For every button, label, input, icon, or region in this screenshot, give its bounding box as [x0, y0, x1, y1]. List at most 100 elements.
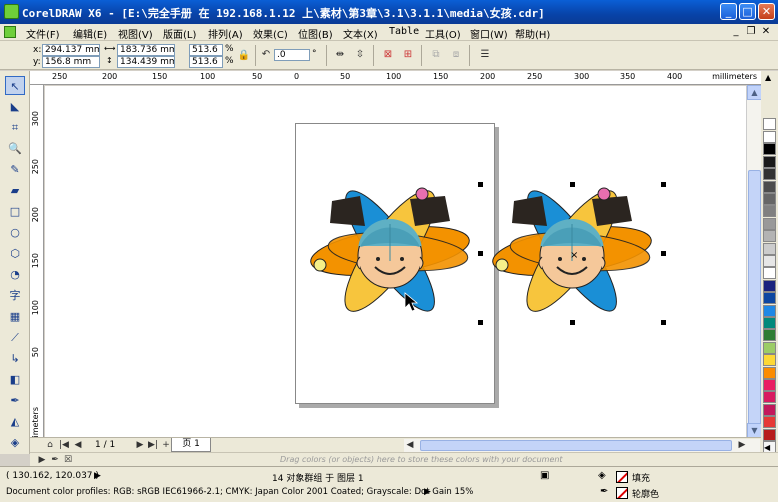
height-field[interactable]: 134.439 mm: [117, 56, 175, 68]
doc-minimize-button[interactable]: _: [730, 26, 742, 38]
palette-swatch[interactable]: [763, 242, 776, 255]
scroll-up-button[interactable]: ▲: [747, 85, 762, 100]
mirror-horizontal-icon[interactable]: ⇹: [332, 47, 348, 63]
palette-flyout-icon[interactable]: ◀: [764, 443, 770, 452]
combine-icon[interactable]: ⧉: [428, 47, 444, 63]
dimension-tool-icon[interactable]: ⟋: [5, 328, 25, 347]
break-apart-icon[interactable]: ⧈: [448, 47, 464, 63]
palette-swatch[interactable]: [763, 168, 776, 181]
previous-page-button[interactable]: ◀: [72, 439, 84, 451]
menu-arrange[interactable]: 排列(A): [208, 26, 243, 41]
palette-swatch[interactable]: [763, 304, 776, 317]
connector-tool-icon[interactable]: ↳: [5, 349, 25, 368]
coreldraw-app-icon[interactable]: [4, 4, 19, 19]
vertical-scrollbar[interactable]: ▲ ▼: [746, 85, 762, 438]
menu-bitmaps[interactable]: 位图(B): [298, 26, 333, 41]
palette-swatch[interactable]: [763, 416, 776, 429]
menu-layout[interactable]: 版面(L): [163, 26, 196, 41]
palette-swatch[interactable]: [763, 205, 776, 218]
document-icon[interactable]: [4, 26, 16, 38]
outline-none-swatch[interactable]: [616, 487, 628, 499]
width-field[interactable]: 183.736 mm: [117, 44, 175, 56]
shape-tool-icon[interactable]: ◣: [5, 97, 25, 116]
horizontal-scrollbar[interactable]: ◀ ▶: [404, 439, 760, 452]
last-page-button[interactable]: ▶|: [147, 439, 159, 451]
table-tool-icon[interactable]: ▦: [5, 307, 25, 326]
menu-view[interactable]: 视图(V): [118, 26, 153, 41]
menu-file[interactable]: 文件(F): [26, 26, 60, 41]
x-position-field[interactable]: 294.137 mm: [42, 44, 100, 56]
ungroup-icon[interactable]: ⊠: [380, 47, 396, 63]
maximize-button[interactable]: □: [739, 3, 756, 20]
pick-tool-icon[interactable]: ↖: [5, 76, 25, 95]
palette-swatch[interactable]: [763, 143, 776, 156]
ungroup-all-icon[interactable]: ⊞: [400, 47, 416, 63]
vertical-scroll-thumb[interactable]: [748, 170, 761, 435]
palette-scroll-up-icon[interactable]: ▲: [765, 73, 771, 82]
vertical-ruler[interactable]: 300 250 200 150 100 50 millimeters: [30, 85, 44, 438]
palette-swatch[interactable]: [763, 428, 776, 441]
palette-swatch[interactable]: [763, 354, 776, 367]
smart-fill-tool-icon[interactable]: ▰: [5, 181, 25, 200]
palette-swatch[interactable]: [763, 255, 776, 267]
horizontal-ruler[interactable]: 250 200 150 100 50 0 50 100 150 200 250 …: [30, 71, 761, 85]
palette-swatch[interactable]: [763, 366, 776, 379]
scale-x-field[interactable]: 513.6: [189, 44, 223, 56]
ellipse-tool-icon[interactable]: ○: [5, 223, 25, 242]
mirror-vertical-icon[interactable]: ⇳: [352, 47, 368, 63]
palette-swatch[interactable]: [763, 391, 776, 404]
palette-swatch[interactable]: [763, 379, 776, 391]
menu-edit[interactable]: 编辑(E): [73, 26, 107, 41]
palette-swatch[interactable]: [763, 317, 776, 329]
text-tool-icon[interactable]: 字: [5, 286, 25, 305]
menu-effects[interactable]: 效果(C): [253, 26, 288, 41]
outline-tool-icon[interactable]: ◭: [5, 412, 25, 431]
docker-arrow-icon[interactable]: ▶: [36, 454, 48, 466]
palette-swatch[interactable]: [763, 279, 776, 292]
profiles-arrow-icon[interactable]: ▶: [424, 487, 431, 497]
next-page-button[interactable]: ▶: [134, 439, 146, 451]
palette-swatch[interactable]: [763, 292, 776, 305]
scroll-left-button[interactable]: ◀: [404, 439, 416, 451]
no-color-icon[interactable]: ☒: [62, 454, 74, 466]
effects-tool-icon[interactable]: ◧: [5, 370, 25, 389]
scale-y-field[interactable]: 513.6: [189, 56, 223, 68]
palette-swatch[interactable]: [763, 403, 776, 416]
scroll-down-button[interactable]: ▼: [747, 423, 762, 438]
close-button[interactable]: ✕: [758, 3, 775, 20]
eyedropper-icon[interactable]: ✒: [49, 454, 61, 466]
drawing-canvas[interactable]: ×: [45, 86, 746, 437]
palette-swatch-none[interactable]: [763, 118, 776, 130]
palette-swatch[interactable]: [763, 267, 776, 280]
eyedropper-tool-icon[interactable]: ✒: [5, 391, 25, 410]
rectangle-tool-icon[interactable]: □: [5, 202, 25, 221]
fill-none-swatch[interactable]: [616, 471, 628, 483]
freehand-tool-icon[interactable]: ✎: [5, 160, 25, 179]
basic-shapes-tool-icon[interactable]: ◔: [5, 265, 25, 284]
palette-swatch[interactable]: [763, 230, 776, 243]
menu-window[interactable]: 窗口(W): [470, 26, 508, 41]
palette-swatch[interactable]: [763, 193, 776, 205]
page-tab[interactable]: 页 1: [171, 438, 211, 452]
coordinates-arrow-icon[interactable]: ▶: [94, 471, 101, 481]
doc-close-button[interactable]: ✕: [760, 26, 772, 38]
horizontal-scroll-thumb[interactable]: [420, 440, 732, 451]
polygon-tool-icon[interactable]: ⬡: [5, 244, 25, 263]
menu-help[interactable]: 帮助(H): [515, 26, 550, 41]
palette-swatch[interactable]: [763, 329, 776, 342]
lock-ratio-icon[interactable]: 🔒: [236, 48, 252, 64]
palette-swatch[interactable]: [763, 180, 776, 193]
zoom-tool-icon[interactable]: 🔍: [5, 139, 25, 158]
rotation-field[interactable]: .0: [274, 49, 310, 61]
first-page-button[interactable]: |◀: [58, 439, 70, 451]
align-distribute-icon[interactable]: ☰: [477, 47, 493, 63]
document-navigator-icon[interactable]: ⌂: [44, 439, 56, 451]
fill-tool-icon[interactable]: ◈: [5, 433, 25, 452]
y-position-field[interactable]: 156.8 mm: [42, 56, 100, 68]
palette-swatch[interactable]: [763, 217, 776, 230]
menu-text[interactable]: 文本(X): [343, 26, 378, 41]
palette-swatch[interactable]: [763, 155, 776, 168]
scroll-right-button[interactable]: ▶: [736, 439, 748, 451]
menu-table[interactable]: Table: [389, 26, 419, 37]
minimize-button[interactable]: _: [720, 3, 737, 20]
